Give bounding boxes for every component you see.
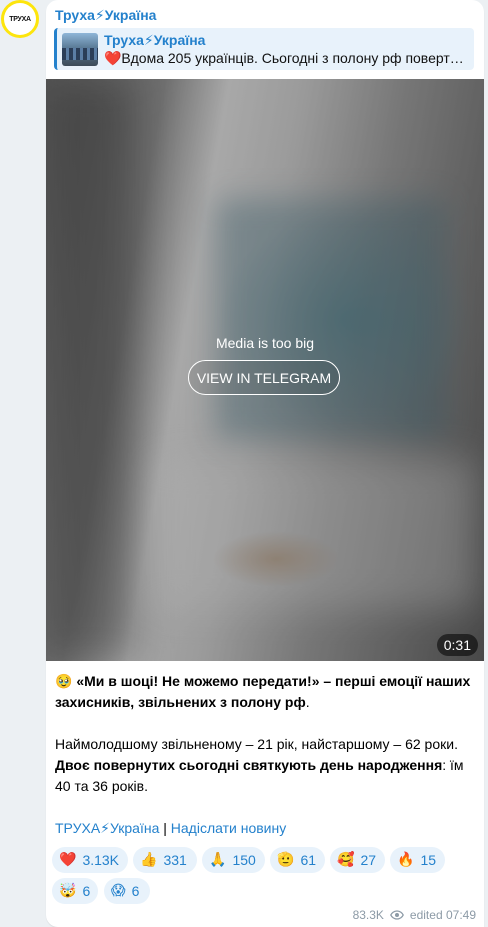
post-age-text: Наймолодшому звільненому – 21 рік, найст… — [55, 736, 458, 752]
view-count: 83.3K — [352, 908, 384, 922]
post-paragraph-2: Наймолодшому звільненому – 21 рік, найст… — [55, 734, 475, 797]
reaction-count: 6 — [82, 883, 91, 899]
media-too-big-message: Media is too big — [215, 335, 315, 351]
avatar-logo-text: ТРУХА — [4, 3, 36, 35]
eye-icon — [390, 910, 404, 920]
video-duration: 0:31 — [436, 634, 478, 656]
reaction-salute[interactable]: 🫡 61 — [270, 847, 325, 873]
view-in-telegram-button[interactable]: VIEW IN TELEGRAM — [188, 360, 340, 395]
reply-preview[interactable]: Труха⚡Україна ❤️Вдома 205 українців. Сьо… — [54, 28, 474, 70]
thumbs-up-icon: 👍 — [140, 852, 158, 868]
mind-blown-icon: 🤯 — [59, 883, 77, 899]
reply-channel-name: Труха⚡Україна — [104, 32, 206, 48]
reaction-fire[interactable]: 🔥 15 — [390, 847, 445, 873]
smiling-hearts-icon: 🥰 — [337, 852, 355, 868]
salute-face-icon: 🫡 — [277, 852, 295, 868]
reply-thumbnail — [62, 33, 98, 66]
reply-text: ❤️Вдома 205 українців. Сьогодні з полону… — [104, 50, 464, 66]
reaction-count: 150 — [232, 852, 256, 868]
reaction-count: 3.13K — [82, 852, 120, 868]
channel-name[interactable]: Труха⚡Україна — [55, 7, 156, 24]
reaction-mind-blown[interactable]: 🤯 6 — [52, 878, 98, 904]
message-bubble: Труха⚡Україна Труха⚡Україна ❤️Вдома 205 … — [46, 0, 484, 927]
fire-icon: 🔥 — [397, 852, 415, 868]
send-news-link[interactable]: Надіслати новину — [171, 820, 286, 836]
reaction-heart[interactable]: ❤️ 3.13K — [52, 847, 128, 873]
reaction-smiling-hearts[interactable]: 🥰 27 — [330, 847, 385, 873]
channel-avatar[interactable]: ТРУХА — [1, 0, 39, 38]
message-time: 07:49 — [445, 908, 476, 922]
reaction-count: 6 — [131, 883, 140, 899]
heart-icon: ❤️ — [59, 852, 77, 868]
channel-link[interactable]: ТРУХА⚡Україна — [55, 820, 159, 836]
reaction-count: 331 — [163, 852, 187, 868]
message-meta: 83.3K edited 07:49 — [353, 908, 476, 922]
edited-label: edited — [409, 908, 443, 922]
reaction-count: 61 — [300, 852, 317, 868]
post-links: ТРУХА⚡Україна | Надіслати новину — [55, 818, 475, 839]
post-paragraph-1: 🥹 «Ми в шоці! Не можемо передати!» – пер… — [55, 671, 475, 713]
reaction-pray[interactable]: 🙏 150 — [202, 847, 265, 873]
pray-icon: 🙏 — [209, 852, 227, 868]
link-separator: | — [163, 820, 167, 836]
media-preview: Media is too big VIEW IN TELEGRAM 0:31 — [46, 79, 484, 661]
tearful-face-icon: 🥹 — [55, 673, 73, 689]
post-birthday-bold: Двоє повернутих сьогодні святкують день … — [55, 757, 443, 773]
post-punct: . — [305, 694, 310, 710]
post-bold-quote: «Ми в шоці! Не можемо передати!» – перші… — [55, 673, 471, 710]
reaction-count: 27 — [360, 852, 377, 868]
scream-face-icon: 😱 — [111, 883, 126, 899]
reaction-thumbs-up[interactable]: 👍 331 — [133, 847, 197, 873]
reaction-count: 15 — [420, 852, 437, 868]
reaction-scream[interactable]: 😱 6 — [104, 878, 150, 904]
